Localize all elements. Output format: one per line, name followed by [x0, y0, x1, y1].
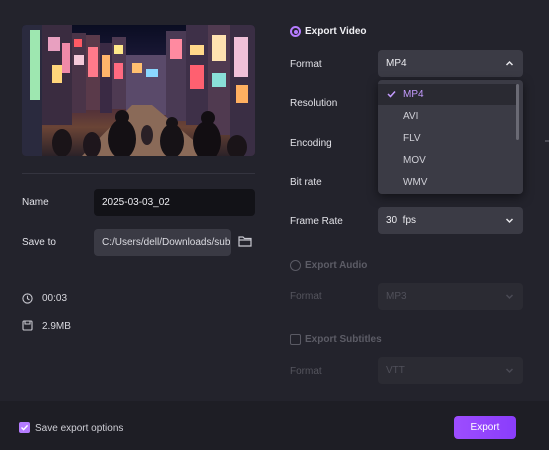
frame-rate-label: Frame Rate — [290, 216, 343, 227]
bitrate-label: Bit rate — [290, 177, 322, 188]
chevron-down-icon — [505, 218, 514, 224]
save-options-checkbox[interactable] — [19, 422, 30, 433]
name-label: Name — [22, 197, 49, 208]
format-option-mp4[interactable]: MP4 — [378, 84, 517, 105]
save-path-input[interactable]: C:/Users/dell/Downloads/sub — [94, 229, 231, 256]
export-button[interactable]: Export — [454, 416, 516, 439]
resolution-label: Resolution — [290, 98, 338, 109]
export-video-radio[interactable] — [290, 26, 301, 37]
format-option-label: WMV — [403, 177, 428, 188]
format-option-flv[interactable]: FLV — [378, 128, 517, 149]
export-subtitles-checkbox[interactable] — [290, 334, 301, 345]
folder-icon[interactable] — [238, 235, 252, 247]
video-thumbnail — [22, 25, 255, 156]
export-video-title: Export Video — [305, 26, 367, 37]
chevron-down-icon — [505, 368, 514, 374]
format-option-mov[interactable]: MOV — [378, 150, 517, 171]
frame-rate-select-value: 30 fps — [386, 215, 417, 226]
audio-format-label: Format — [290, 291, 322, 302]
export-audio-radio[interactable] — [290, 260, 301, 271]
format-dropdown-list[interactable]: MP4 AVI FLV MOV WMV — [378, 80, 523, 194]
file-size-icon — [22, 320, 33, 331]
audio-format-select[interactable]: MP3 — [378, 283, 523, 310]
frame-rate-select[interactable]: 30 fps — [378, 207, 523, 234]
save-to-label: Save to — [22, 237, 56, 248]
subtitles-format-label: Format — [290, 366, 322, 377]
format-select-value: MP4 — [386, 58, 407, 69]
chevron-down-icon — [505, 294, 514, 300]
format-option-label: AVI — [403, 111, 419, 122]
export-subtitles-title: Export Subtitles — [305, 334, 382, 345]
format-option-avi[interactable]: AVI — [378, 106, 517, 127]
format-select[interactable]: MP4 — [378, 50, 523, 77]
chevron-up-icon — [505, 60, 514, 66]
save-options-label: Save export options — [35, 423, 124, 434]
export-audio-title: Export Audio — [305, 260, 368, 271]
file-size-text: 2.9MB — [42, 321, 71, 332]
subtitles-format-value: VTT — [386, 365, 405, 376]
dropdown-scrollbar[interactable] — [516, 84, 519, 140]
format-option-wmv[interactable]: WMV — [378, 172, 517, 193]
window-edge-marker — [545, 140, 549, 142]
format-option-label: MP4 — [403, 89, 424, 100]
audio-format-value: MP3 — [386, 291, 407, 302]
name-input[interactable]: 2025-03-03_02 — [94, 189, 255, 216]
checkmark-icon — [21, 424, 29, 431]
format-label: Format — [290, 59, 322, 70]
subtitles-format-select[interactable]: VTT — [378, 357, 523, 384]
left-divider — [22, 173, 255, 174]
clock-icon — [22, 293, 33, 304]
format-option-label: FLV — [403, 133, 421, 144]
duration-text: 00:03 — [42, 293, 68, 304]
format-option-label: MOV — [403, 155, 426, 166]
encoding-label: Encoding — [290, 138, 332, 149]
checkmark-icon — [387, 90, 396, 98]
